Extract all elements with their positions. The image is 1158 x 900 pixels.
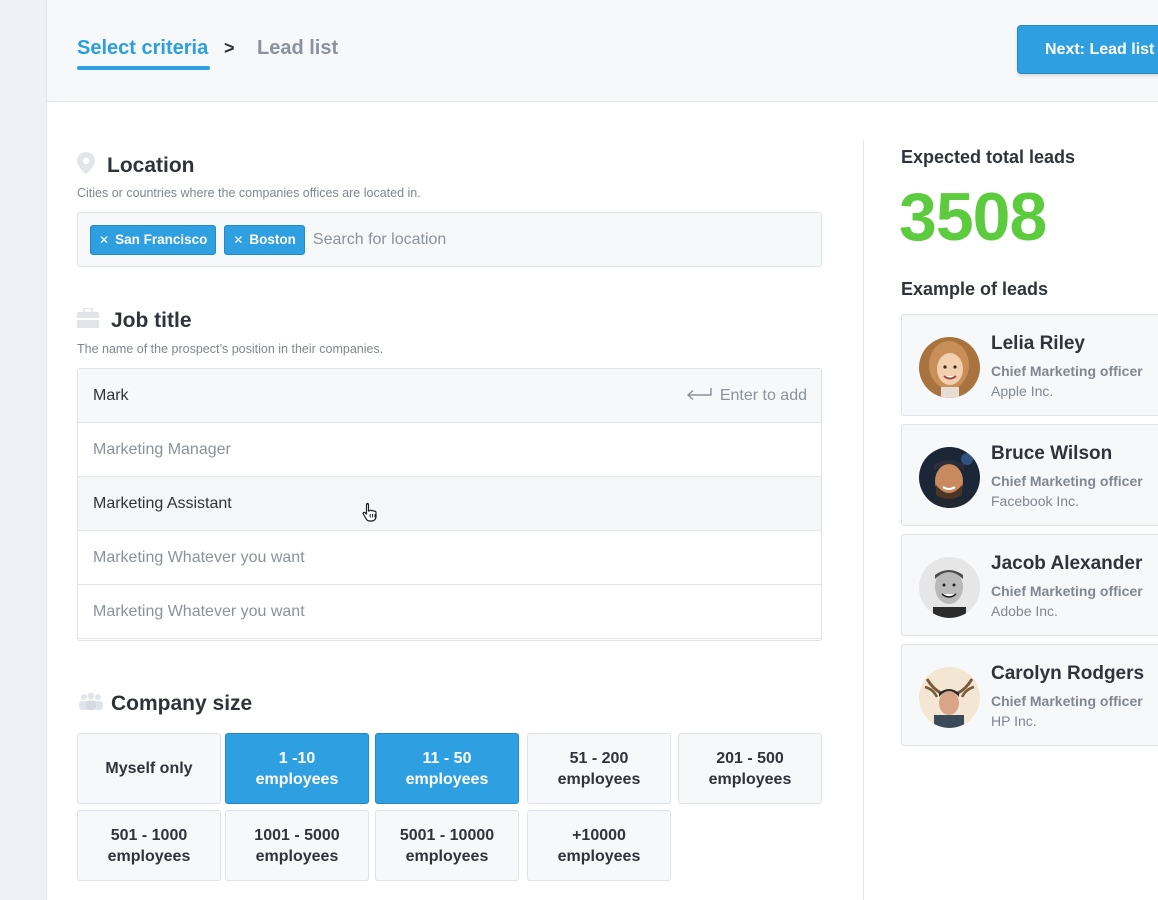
size-option-label: 11 - 50 — [422, 749, 472, 767]
job-title-input[interactable]: Mark Enter to add — [78, 369, 821, 423]
size-option-label: 1001 - 5000 — [254, 826, 340, 844]
avatar — [919, 447, 980, 508]
job-suggestion-item[interactable]: Marketing Assistant — [78, 477, 821, 531]
lead-company: Facebook Inc. — [991, 493, 1079, 509]
job-title-input-value: Mark — [93, 386, 129, 404]
size-option-sublabel: employees — [405, 847, 489, 865]
main-panel: Select criteria > Lead list Next: Lead l… — [46, 0, 1158, 900]
hand-cursor-icon — [361, 502, 379, 527]
lead-name: Lelia Riley — [991, 333, 1085, 354]
size-option-sublabel: employees — [405, 770, 489, 788]
size-option-label: 501 - 1000 — [110, 826, 188, 844]
size-option[interactable]: 501 - 1000 employees — [77, 810, 221, 881]
expected-leads-count: 3508 — [899, 179, 1047, 255]
company-size-section-title: Company size — [77, 692, 252, 716]
size-option[interactable]: 11 - 50 employees — [375, 733, 519, 804]
size-option[interactable]: Myself only — [77, 733, 221, 804]
step-separator: > — [224, 38, 235, 58]
job-title-description: The name of the prospect’s position in t… — [77, 342, 384, 356]
expected-leads-label: Expected total leads — [901, 147, 1076, 167]
avatar — [919, 557, 980, 618]
map-pin-icon — [77, 152, 95, 180]
enter-hint-text: Enter to add — [719, 387, 807, 404]
size-option-sublabel: employees — [557, 847, 641, 865]
avatar — [919, 337, 980, 398]
size-option-label: +10000 — [572, 826, 626, 844]
job-title-title: Job title — [111, 309, 192, 332]
size-option[interactable]: 5001 - 10000 employees — [375, 810, 519, 881]
step-lead-list[interactable]: Lead list — [257, 37, 338, 60]
remove-tag-icon[interactable]: ✕ — [99, 233, 109, 247]
lead-card: Bruce Wilson Chief Marketing officer Fac… — [901, 424, 1158, 526]
enter-to-add-hint: Enter to add — [686, 369, 807, 423]
job-suggestion-item[interactable]: Marketing Whatever you want — [78, 585, 821, 639]
lead-role: Chief Marketing officer — [991, 473, 1143, 489]
size-option[interactable]: 1001 - 5000 employees — [225, 810, 369, 881]
job-suggestion-item[interactable]: Marketing Whatever you want — [78, 531, 821, 585]
location-section-title: Location — [77, 152, 195, 180]
size-option-label: 51 - 200 — [569, 749, 629, 767]
lead-company: Adobe Inc. — [991, 603, 1058, 619]
lead-name: Jacob Alexander — [991, 553, 1143, 574]
lead-company: HP Inc. — [991, 713, 1037, 729]
lead-name: Carolyn Rodgers — [991, 663, 1145, 684]
location-description: Cities or countries where the companies … — [77, 186, 421, 200]
step-select-criteria[interactable]: Select criteria — [77, 37, 208, 60]
size-option-label: 1 -10 — [278, 749, 316, 767]
location-field[interactable]: ✕ San Francisco ✕ Boston — [77, 212, 822, 267]
size-option-label: 201 - 500 — [716, 749, 784, 767]
job-title-section-title: Job title — [77, 307, 192, 334]
next-lead-list-button[interactable]: Next: Lead list — [1017, 25, 1158, 74]
remove-tag-icon[interactable]: ✕ — [233, 233, 243, 247]
job-suggestion-item[interactable]: Marketing Manager — [78, 423, 821, 477]
size-option-sublabel: employees — [255, 847, 339, 865]
briefcase-icon — [77, 307, 99, 334]
job-title-autocomplete: Mark Enter to add Marketing Manager Mark… — [77, 368, 822, 641]
size-option-label: 5001 - 10000 — [399, 826, 495, 844]
people-icon — [77, 692, 105, 716]
location-search-input[interactable] — [312, 230, 613, 249]
location-tag[interactable]: ✕ San Francisco — [90, 224, 217, 255]
location-tag-label: San Francisco — [115, 232, 208, 247]
size-option-sublabel: employees — [708, 770, 792, 788]
column-divider — [863, 140, 864, 900]
example-leads-label: Example of leads — [901, 279, 1049, 299]
enter-key-icon — [686, 387, 720, 406]
size-option-sublabel: employees — [557, 770, 641, 788]
lead-card: Carolyn Rodgers Chief Marketing officer … — [901, 644, 1158, 746]
lead-name: Bruce Wilson — [991, 443, 1113, 464]
size-option[interactable]: +10000 employees — [527, 810, 671, 881]
lead-role: Chief Marketing officer — [991, 583, 1143, 599]
avatar — [919, 667, 980, 728]
lead-card: Jacob Alexander Chief Marketing officer … — [901, 534, 1158, 636]
wizard-header: Select criteria > Lead list Next: Lead l… — [47, 0, 1158, 102]
size-option-label: Myself only — [105, 760, 193, 777]
size-option-sublabel: employees — [107, 847, 191, 865]
lead-company: Apple Inc. — [991, 383, 1054, 399]
location-tag[interactable]: ✕ Boston — [224, 224, 305, 255]
location-tag-label: Boston — [249, 232, 296, 247]
lead-role: Chief Marketing officer — [991, 363, 1143, 379]
lead-role: Chief Marketing officer — [991, 693, 1143, 709]
location-title: Location — [107, 154, 195, 177]
company-size-title: Company size — [111, 692, 253, 715]
size-option[interactable]: 201 - 500 employees — [678, 733, 822, 804]
active-step-underline — [77, 66, 210, 70]
size-option-sublabel: employees — [255, 770, 339, 788]
size-option[interactable]: 1 -10 employees — [225, 733, 369, 804]
lead-card: Lelia Riley Chief Marketing officer Appl… — [901, 314, 1158, 416]
size-option[interactable]: 51 - 200 employees — [527, 733, 671, 804]
